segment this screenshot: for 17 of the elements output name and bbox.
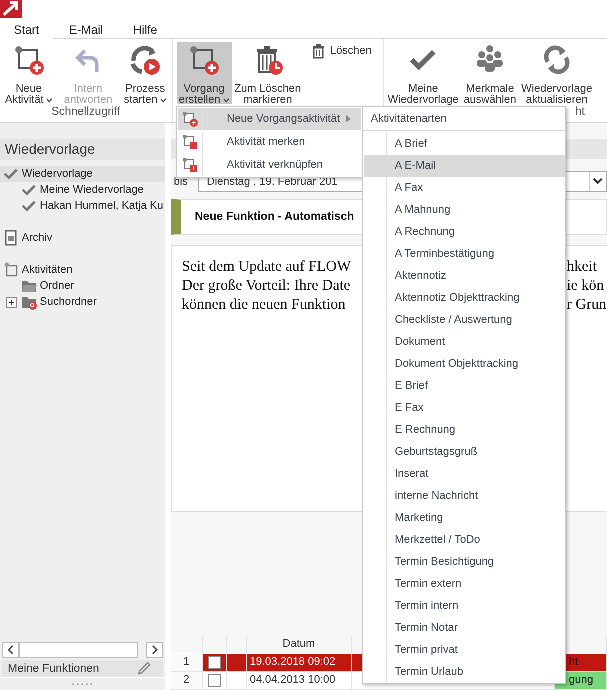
text-line: hkeit xyxy=(567,258,598,277)
row-number: 1 xyxy=(171,654,203,672)
panel-title: Meine Funktionen xyxy=(8,662,100,674)
group-label: ht xyxy=(575,105,585,120)
text-line: Seit dem Update auf FLOW xyxy=(182,258,352,277)
text-line: ie kön xyxy=(567,277,606,296)
text-line: können die neuen Funktion xyxy=(182,296,347,315)
text-line: r Grun xyxy=(567,296,607,315)
table-cell: 19.03.2018 09:02 xyxy=(247,654,352,672)
table-cell: 04.04.2013 10:00 xyxy=(247,672,352,690)
row-number: 2 xyxy=(171,672,203,690)
field-label: bis xyxy=(173,176,190,188)
group-label: Schnellzugriff xyxy=(52,105,120,120)
text-line: Der große Vorteil: Ihre Date xyxy=(182,277,352,296)
menu-header: Aktivitätenarten xyxy=(363,108,565,131)
panel-title: Wiedervorlage xyxy=(0,139,165,160)
column-header: Datum xyxy=(247,636,352,653)
